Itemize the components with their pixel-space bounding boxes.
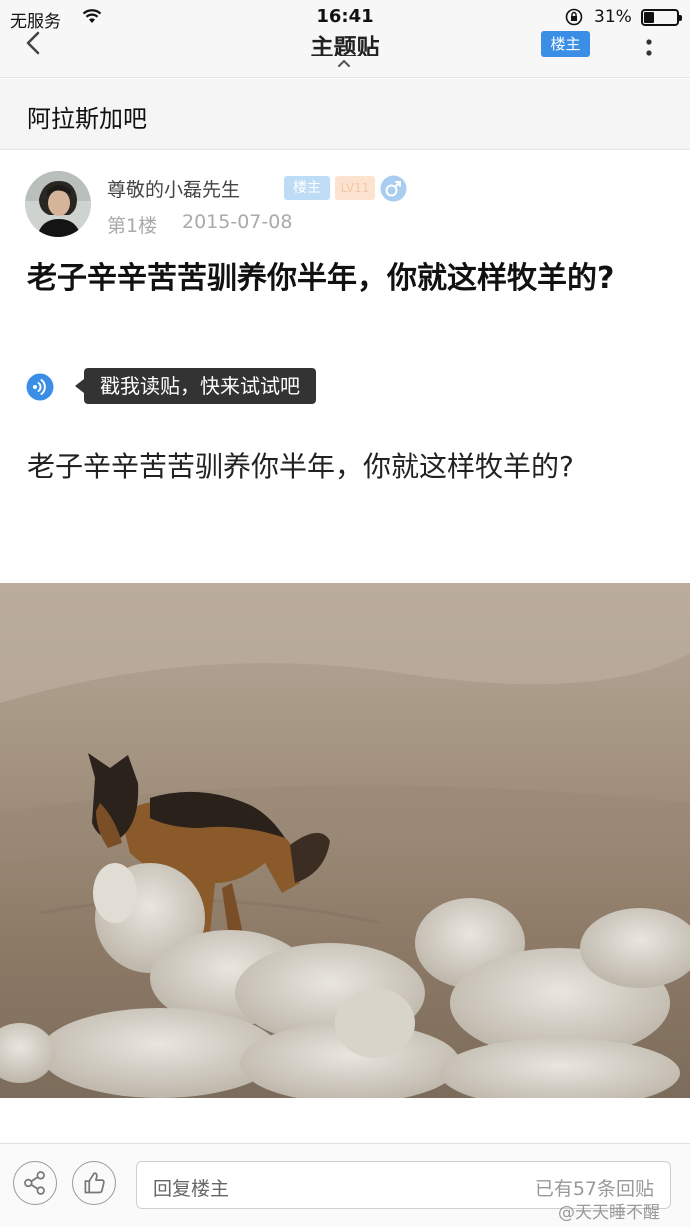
watermark: @天天睡不醒 bbox=[558, 1203, 660, 1223]
avatar[interactable] bbox=[25, 171, 91, 237]
post-title: 老子辛辛苦苦驯养你半年，你就这样牧羊的? bbox=[27, 261, 615, 296]
op-badge: 楼主 bbox=[284, 176, 330, 200]
floor-number: 第1楼 bbox=[107, 215, 158, 237]
more-vertical-icon[interactable] bbox=[645, 36, 653, 58]
only-op-button[interactable]: 楼主 bbox=[541, 31, 590, 57]
post-image[interactable] bbox=[0, 583, 690, 1098]
top-bar: 无服务 16:41 31% 主题贴 楼主 bbox=[0, 0, 690, 78]
speaker-icon[interactable] bbox=[26, 373, 54, 401]
clock: 16:41 bbox=[316, 6, 374, 27]
battery-icon bbox=[641, 9, 682, 26]
read-aloud-tooltip[interactable]: 戳我读贴，快来试试吧 bbox=[75, 368, 316, 404]
share-icon[interactable] bbox=[13, 1161, 57, 1205]
battery-percent: 31% bbox=[594, 7, 632, 27]
forum-header[interactable]: 阿拉斯加吧 bbox=[0, 79, 690, 150]
thumbs-up-icon[interactable] bbox=[72, 1161, 116, 1205]
reply-count: 已有57条回贴 bbox=[534, 1178, 654, 1200]
post-body: 老子辛辛苦苦驯养你半年，你就这样牧羊的? bbox=[27, 450, 574, 483]
forum-name[interactable]: 阿拉斯加吧 bbox=[27, 99, 147, 134]
reply-placeholder: 回复楼主 bbox=[153, 1178, 230, 1200]
caret-up-icon[interactable] bbox=[337, 58, 351, 68]
post-date: 2015-07-08 bbox=[182, 211, 293, 233]
male-gender-icon bbox=[380, 175, 407, 202]
level-badge: LV11 bbox=[335, 176, 375, 200]
lock-rotation-icon bbox=[565, 8, 583, 26]
battery-level-fill bbox=[644, 12, 654, 23]
author-name[interactable]: 尊敬的小磊先生 bbox=[107, 175, 240, 202]
